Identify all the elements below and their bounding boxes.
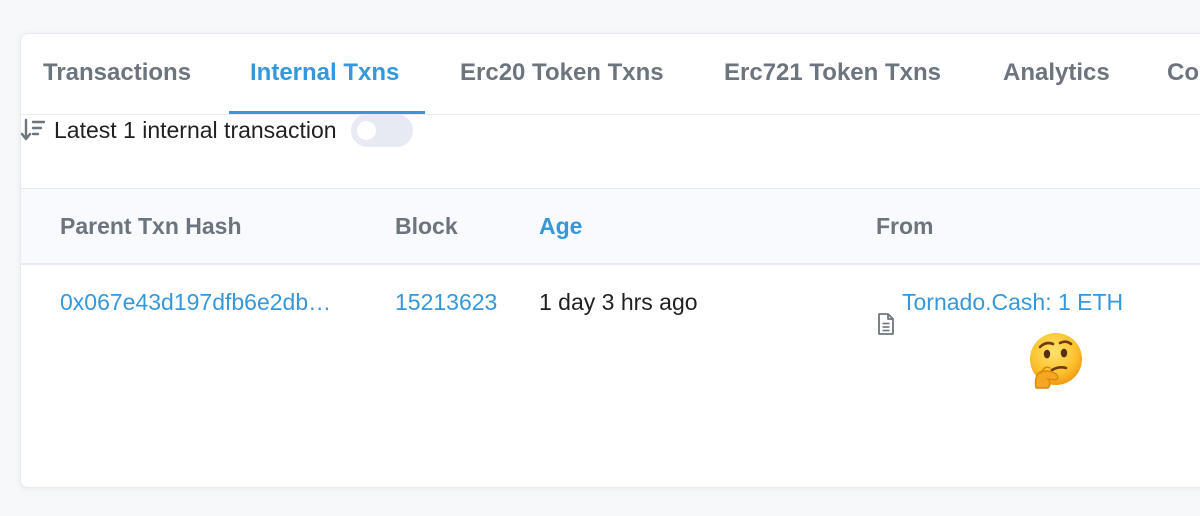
thinking-face-emoji xyxy=(1026,332,1084,390)
toggle-knob xyxy=(356,120,376,140)
age-value: 1 day 3 hrs ago xyxy=(539,289,698,315)
block-link[interactable]: 15213623 xyxy=(395,264,497,340)
transactions-summary: Latest 1 internal transaction xyxy=(20,108,413,152)
tab-contract[interactable]: Co xyxy=(1167,34,1199,114)
summary-text: Latest 1 internal transaction xyxy=(54,116,337,143)
tab-erc20-token-txns[interactable]: Erc20 Token Txns xyxy=(460,34,664,114)
toggle-switch[interactable] xyxy=(350,113,413,147)
from-cell: Tornado.Cash: 1 ETH xyxy=(876,264,1123,340)
header-block: Block xyxy=(395,213,458,239)
contract-document-icon xyxy=(876,290,896,335)
table-header: Parent Txn Hash Block Age From xyxy=(21,188,1200,265)
tab-analytics[interactable]: Analytics xyxy=(1003,34,1110,114)
tab-internal-txns[interactable]: Internal Txns xyxy=(250,34,399,114)
tab-bar: Transactions Internal Txns Erc20 Token T… xyxy=(21,34,1200,115)
header-age[interactable]: Age xyxy=(539,189,582,263)
header-from: From xyxy=(876,213,934,239)
parent-txn-hash-link[interactable]: 0x067e43d197dfb6e2db… xyxy=(60,264,331,340)
tab-erc721-token-txns[interactable]: Erc721 Token Txns xyxy=(724,34,941,114)
from-address-link[interactable]: Tornado.Cash: 1 ETH xyxy=(902,289,1123,316)
tab-transactions[interactable]: Transactions xyxy=(43,34,191,114)
header-parent-txn-hash: Parent Txn Hash xyxy=(60,213,242,239)
sort-descending-icon[interactable] xyxy=(20,117,46,143)
table-row: 0x067e43d197dfb6e2db… 15213623 1 day 3 h… xyxy=(21,264,1200,340)
